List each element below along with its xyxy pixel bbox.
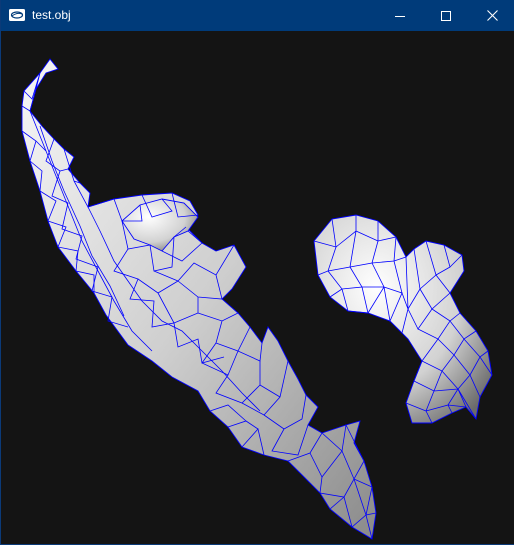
3d-viewport[interactable] — [2, 31, 514, 544]
title-bar[interactable]: test.obj — [1, 0, 514, 31]
right-mesh-object — [313, 214, 493, 424]
window-title: test.obj — [32, 8, 71, 22]
application-window: test.obj — [0, 0, 514, 545]
mesh-render — [21, 58, 493, 540]
left-mesh-object — [21, 58, 377, 540]
obj-viewer-icon[interactable] — [9, 8, 25, 22]
close-icon — [486, 10, 498, 21]
close-button[interactable] — [469, 0, 514, 31]
maximize-icon — [441, 10, 451, 21]
maximize-button[interactable] — [423, 0, 469, 31]
minimize-button[interactable] — [377, 0, 423, 31]
minimize-icon — [395, 11, 405, 21]
